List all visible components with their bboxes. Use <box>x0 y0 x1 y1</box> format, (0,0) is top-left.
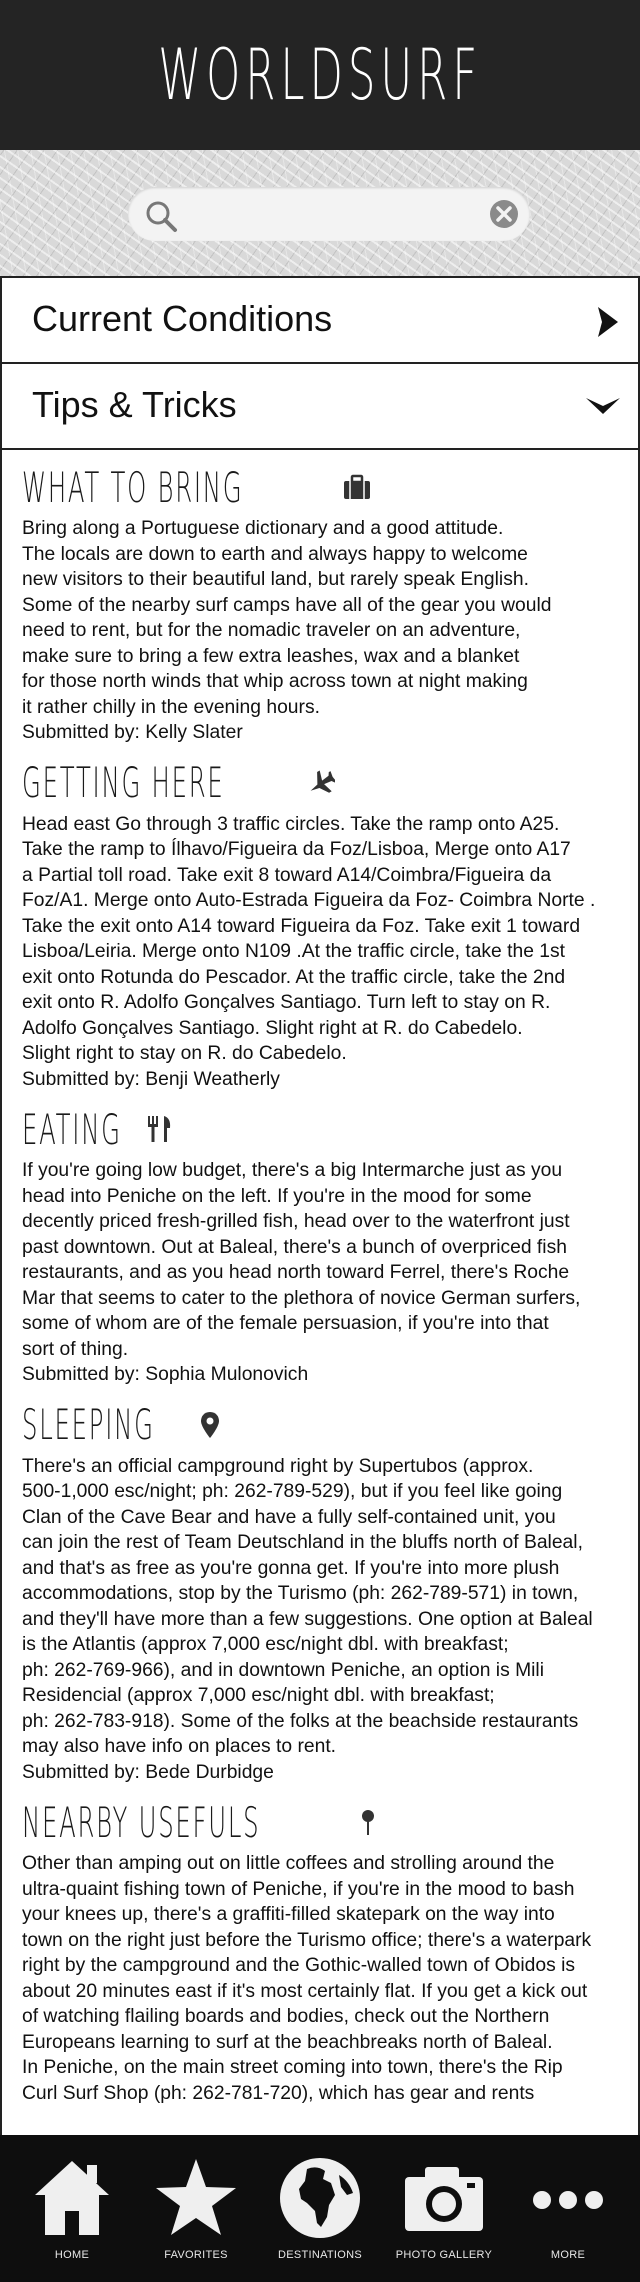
more-dots-icon <box>533 2191 603 2209</box>
section-body: Head east Go through 3 traffic circles. … <box>22 813 596 1065</box>
section-title: GETTING HERE <box>22 758 225 807</box>
tab-more[interactable]: MORE <box>508 2135 628 2282</box>
airplane-icon <box>310 769 336 793</box>
search-input[interactable] <box>190 195 460 233</box>
section-title: WHAT TO BRING <box>22 462 244 512</box>
current-conditions-label: Current Conditions <box>32 298 333 339</box>
fork-knife-icon <box>148 1116 171 1142</box>
section-title: SLEEPING <box>22 1400 155 1449</box>
briefcase-icon <box>343 474 370 499</box>
section-body: Other than amping out on little coffees … <box>22 1853 592 2104</box>
tab-label: HOME <box>54 2249 90 2261</box>
submitted-by: Submitted by: Benji Weatherly <box>22 1068 280 1090</box>
search-box[interactable] <box>128 187 530 241</box>
globe-icon <box>280 2158 360 2238</box>
chevron-right-icon <box>598 307 618 337</box>
section-body: If you're going low budget, there's a bi… <box>22 1160 581 1360</box>
section-body: There's an official campground right by … <box>22 1455 593 1758</box>
tab-label: MORE <box>550 2249 586 2261</box>
section-title: NEARBY USEFULS <box>22 1797 261 1847</box>
app-header: WORLDSURF <box>0 0 640 150</box>
home-icon <box>35 2161 109 2235</box>
search-icon[interactable] <box>144 199 178 233</box>
search-bar-area <box>0 150 640 278</box>
section-sleeping: SLEEPING There's an official campground … <box>22 1396 618 1786</box>
tips-content: WHAT TO BRING Bring along a Portuguese d… <box>0 450 640 2135</box>
tab-destinations[interactable]: DESTINATIONS <box>260 2135 380 2282</box>
submitted-by: Submitted by: Kelly Slater <box>22 722 243 743</box>
map-pin-icon <box>200 1411 219 1438</box>
section-body: Bring along a Portuguese dictionary and … <box>22 518 552 718</box>
tab-label: DESTINATIONS <box>277 2249 363 2261</box>
tab-favorites[interactable]: FAVORITES <box>136 2135 256 2282</box>
submitted-by: Submitted by: Bede Durbidge <box>22 1761 274 1783</box>
chevron-down-icon <box>586 398 620 414</box>
tips-and-tricks-row[interactable]: Tips & Tricks <box>0 362 640 450</box>
tab-label: PHOTO GALLERY <box>395 2249 493 2261</box>
camera-icon <box>405 2167 483 2231</box>
clear-search-icon[interactable] <box>488 198 520 230</box>
section-getting-here: GETTING HERE Head east Go through 3 traf… <box>22 754 618 1093</box>
app-title: WORLDSURF <box>158 34 482 116</box>
section-title: EATING <box>22 1104 122 1154</box>
pushpin-icon <box>361 1810 374 1835</box>
tab-home[interactable]: HOME <box>12 2135 132 2282</box>
tips-and-tricks-label: Tips & Tricks <box>32 384 237 425</box>
tab-photo-gallery[interactable]: PHOTO GALLERY <box>384 2135 504 2282</box>
submitted-by: Submitted by: Sophia Mulonovich <box>22 1364 309 1385</box>
tab-label: FAVORITES <box>164 2249 228 2261</box>
section-eating: EATING If you're going low budget, there… <box>22 1100 618 1388</box>
bottom-tab-bar: HOME FAVORITES DESTINATIONS PHOTO GALLER… <box>0 2135 640 2282</box>
section-what-to-bring: WHAT TO BRING Bring along a Portuguese d… <box>22 458 618 746</box>
section-nearby-usefuls: NEARBY USEFULS Other than amping out on … <box>22 1793 618 2106</box>
current-conditions-row[interactable]: Current Conditions <box>0 276 640 364</box>
star-icon <box>156 2159 236 2235</box>
